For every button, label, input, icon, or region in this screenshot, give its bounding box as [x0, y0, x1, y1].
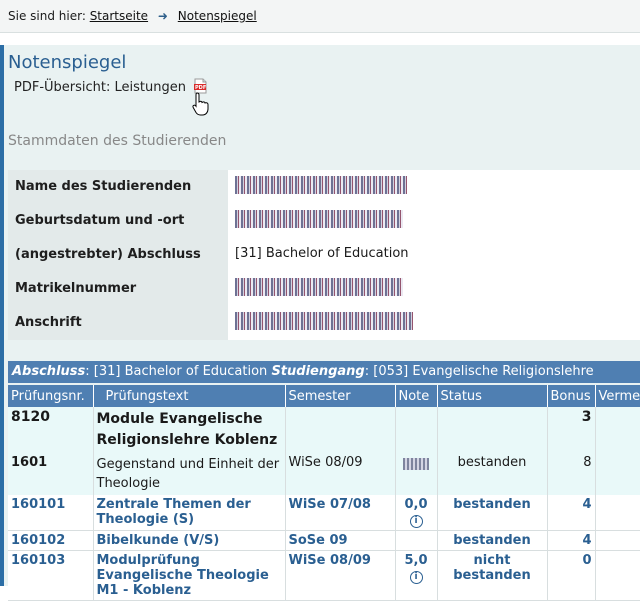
exam-bonus: 4 [547, 530, 596, 551]
redacted-note [403, 458, 429, 470]
exam-note [395, 530, 438, 551]
stammdaten-value [228, 204, 640, 238]
exam-semester: WiSe 08/09 [285, 550, 396, 601]
exam-note: 0,0 i [395, 495, 438, 531]
stammdaten-label: Anschrift [8, 306, 228, 340]
stammdaten-row: Name des Studierenden [8, 170, 640, 204]
column-header[interactable]: Semester [285, 385, 396, 407]
column-header[interactable]: Bonus [547, 385, 596, 407]
exam-status [437, 407, 548, 453]
breadcrumb: Sie sind hier: Startseite ➜ Notenspiegel [0, 0, 640, 33]
exam-semester: SoSe 09 [285, 530, 396, 551]
breadcrumb-current-link[interactable]: Notenspiegel [178, 9, 257, 23]
column-header[interactable]: Prüfungsnr. [8, 385, 94, 407]
exam-number: 8120 [8, 407, 94, 453]
note-value: 0,0 [404, 497, 428, 512]
exam-status: bestanden [437, 530, 548, 551]
column-header[interactable]: Vermerk [595, 385, 640, 407]
stammdaten-table: Name des Studierenden Geburtsdatum und -… [8, 170, 640, 340]
info-icon[interactable]: i [409, 571, 423, 584]
exam-number: 160103 [8, 550, 94, 601]
abschluss-bar: Abschluss: [31] Bachelor of Education St… [8, 361, 640, 383]
pdf-overview-label: PDF-Übersicht: Leistungen [14, 80, 186, 95]
stammdaten-row: (angestrebter) Abschluss [31] Bachelor o… [8, 238, 640, 272]
exam-bonus: 8 [547, 453, 596, 495]
exam-semester [285, 407, 396, 453]
table-row: 8120 Module Evangelische Religionslehre … [8, 407, 640, 453]
stammdaten-row: Anschrift [8, 306, 640, 340]
info-icon[interactable]: i [409, 515, 423, 528]
breadcrumb-prefix: Sie sind hier: [8, 9, 86, 23]
studiengang-value: : [053] Evangelische Religionslehre [364, 364, 594, 379]
exam-text-link[interactable]: Bibelkunde (V/S) [97, 533, 220, 548]
exam-number: 160102 [8, 530, 94, 551]
column-header[interactable]: Status [437, 385, 548, 407]
exam-semester: WiSe 07/08 [285, 495, 396, 531]
stammdaten-value [228, 306, 640, 340]
exam-note [395, 407, 438, 453]
page-title: Notenspiegel [8, 52, 127, 73]
abschluss-label: Abschluss [12, 364, 86, 379]
column-header[interactable]: Note [395, 385, 438, 407]
table-row: 160103 Modulprüfung Evangelische Theolog… [8, 550, 640, 601]
redacted-value [235, 210, 403, 228]
exam-note: 5,0 i [395, 550, 438, 601]
exam-number: 1601 [8, 453, 94, 495]
exam-semester: WiSe 08/09 [285, 453, 396, 495]
exam-number: 160101 [8, 495, 94, 531]
table-row: 160101 Zentrale Themen der Theologie (S)… [8, 495, 640, 531]
redacted-value [235, 176, 407, 194]
exam-status: nicht bestanden [437, 550, 548, 601]
table-row: 1601 Gegenstand und Einheit der Theologi… [8, 453, 640, 495]
exam-note [395, 453, 438, 495]
exam-text: Module Evangelische Religionslehre Koble… [93, 407, 286, 453]
exam-bonus: 0 [547, 550, 596, 601]
exam-text: Gegenstand und Einheit der Theologie [93, 453, 286, 495]
stammdaten-label: Geburtsdatum und -ort [8, 204, 228, 238]
redacted-value [235, 278, 403, 296]
exam-status: bestanden [437, 495, 548, 531]
pdf-overview-row: PDF-Übersicht: Leistungen PDF [14, 78, 207, 95]
exam-bonus: 4 [547, 495, 596, 531]
note-value: 5,0 [404, 553, 428, 568]
hand-cursor-icon [192, 92, 210, 120]
stammdaten-label: Matrikelnummer [8, 272, 228, 306]
exam-bonus: 3 [547, 407, 596, 453]
exam-text-link[interactable]: Modulprüfung Evangelische Theologie M1 -… [97, 553, 269, 598]
table-header-row: Prüfungsnr. Prüfungstext Semester Note S… [8, 385, 640, 407]
breadcrumb-home-link[interactable]: Startseite [90, 9, 148, 23]
stammdaten-label: (angestrebter) Abschluss [8, 238, 228, 272]
stammdaten-row: Geburtsdatum und -ort [8, 204, 640, 238]
stammdaten-row: Matrikelnummer [8, 272, 640, 306]
exam-vermerk [595, 550, 640, 601]
grades-table: Prüfungsnr. Prüfungstext Semester Note S… [8, 385, 640, 601]
arrow-right-icon: ➜ [157, 9, 168, 23]
exam-vermerk [595, 530, 640, 551]
svg-text:PDF: PDF [195, 85, 206, 91]
abschluss-value: : [31] Bachelor of Education [85, 364, 272, 379]
exam-vermerk [595, 407, 640, 453]
stammdaten-heading: Stammdaten des Studierenden [8, 133, 227, 149]
stammdaten-value [228, 170, 640, 204]
table-row: 160102 Bibelkunde (V/S) SoSe 09 bestande… [8, 530, 640, 551]
stammdaten-value: [31] Bachelor of Education [228, 238, 640, 272]
exam-status: bestanden [437, 453, 548, 495]
studiengang-label: Studiengang [271, 364, 365, 379]
column-header[interactable]: Prüfungstext [93, 385, 286, 407]
redacted-value [235, 312, 413, 330]
exam-text-link[interactable]: Zentrale Themen der Theologie (S) [97, 497, 251, 527]
stammdaten-label: Name des Studierenden [8, 170, 228, 204]
stammdaten-value [228, 272, 640, 306]
exam-vermerk [595, 453, 640, 495]
exam-vermerk [595, 495, 640, 531]
